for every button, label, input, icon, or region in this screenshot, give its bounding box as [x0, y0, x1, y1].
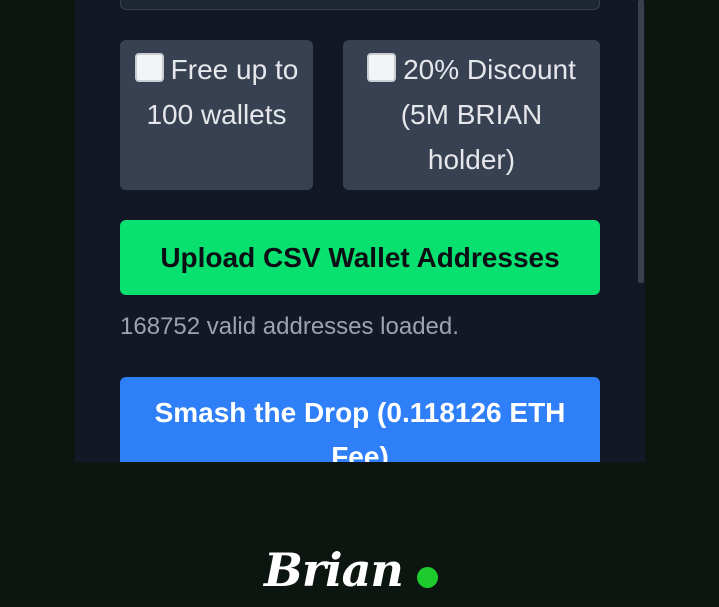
- upload-csv-button-label: Upload CSV Wallet Addresses: [160, 242, 560, 273]
- checkbox-icon[interactable]: [134, 53, 164, 82]
- brand-logo: Brian: [264, 540, 438, 600]
- free-wallets-option[interactable]: Free up to 100 wallets: [120, 40, 313, 190]
- smash-drop-button[interactable]: Smash the Drop (0.118126 ETH Fee): [120, 377, 600, 462]
- free-wallets-option-label: Free up to 100 wallets: [146, 54, 299, 130]
- airdrop-panel: Free up to 100 wallets 20% Discount (5M …: [75, 0, 645, 462]
- scrollbar[interactable]: [638, 0, 644, 283]
- status-dot-icon: [416, 566, 438, 588]
- smash-drop-button-label: Smash the Drop (0.118126 ETH Fee): [154, 397, 566, 462]
- discount-option[interactable]: 20% Discount (5M BRIAN holder): [343, 40, 600, 190]
- checkbox-icon[interactable]: [367, 53, 397, 82]
- top-input-field[interactable]: [120, 0, 600, 10]
- brand-name: Brian: [264, 543, 404, 597]
- status-text: 168752 valid addresses loaded.: [120, 313, 459, 340]
- discount-option-label: 20% Discount (5M BRIAN holder): [400, 54, 576, 175]
- upload-csv-button[interactable]: Upload CSV Wallet Addresses: [120, 220, 600, 295]
